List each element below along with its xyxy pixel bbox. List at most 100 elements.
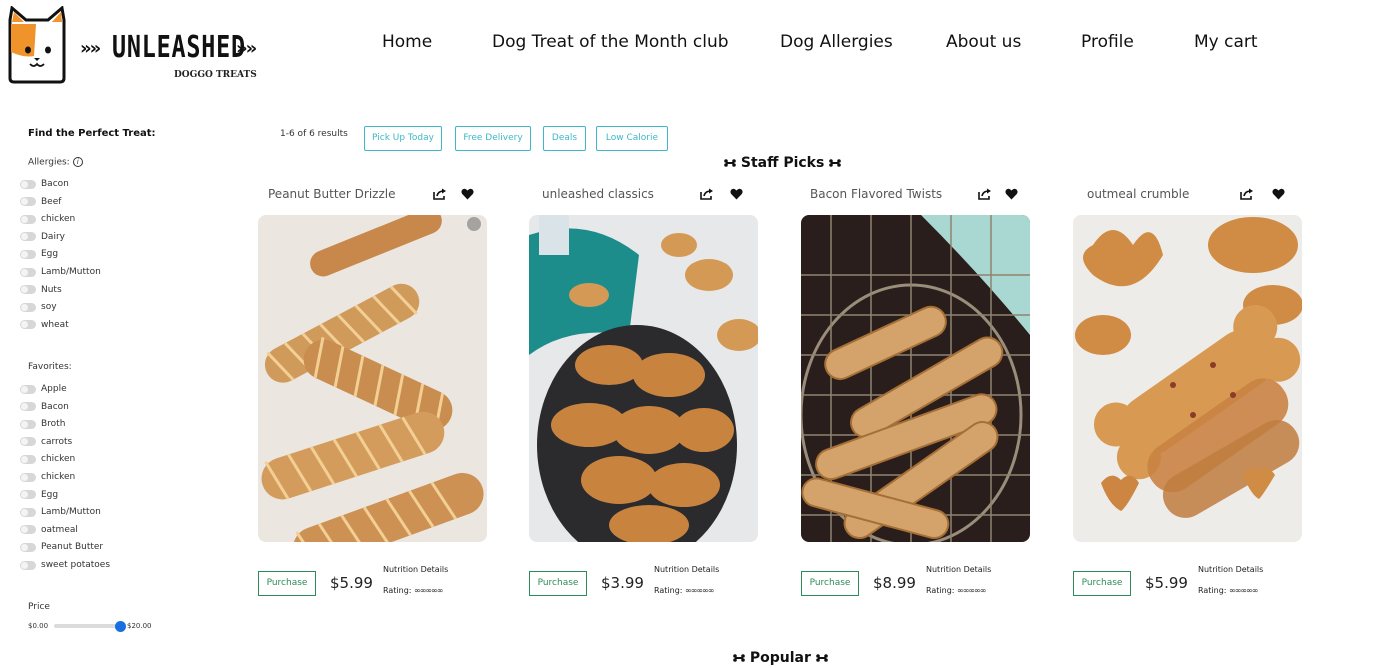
filter-title: Find the Perfect Treat: <box>28 128 156 139</box>
toggle-switch[interactable] <box>20 542 36 552</box>
site-header: »» UNLEASHED »» DOGGO TREATS Home Dog Tr… <box>0 0 1374 90</box>
heart-icon[interactable] <box>1005 188 1018 200</box>
toggle-row[interactable]: Apple <box>20 382 67 396</box>
brand-name[interactable]: UNLEASHED <box>112 30 246 65</box>
rating-bone-icons: ∞∞∞∞∞ <box>685 586 714 595</box>
heart-icon[interactable] <box>461 188 474 200</box>
nav-treat-of-the-month-club[interactable]: Dog Treat of the Month club <box>492 32 729 52</box>
share-icon[interactable] <box>1240 188 1254 200</box>
toggle-switch[interactable] <box>20 214 36 224</box>
toggle-row[interactable]: chicken <box>20 452 75 466</box>
toggle-switch[interactable] <box>20 437 36 447</box>
toggle-switch[interactable] <box>20 267 36 277</box>
product-price: $5.99 <box>330 574 373 592</box>
share-icon[interactable] <box>433 188 447 200</box>
toggle-switch[interactable] <box>20 197 36 207</box>
product-title[interactable]: Bacon Flavored Twists <box>810 187 942 201</box>
toggle-switch[interactable] <box>20 454 36 464</box>
toggle-switch[interactable] <box>20 490 36 500</box>
toggle-row[interactable]: Beef <box>20 195 61 209</box>
toggle-row[interactable]: Bacon <box>20 177 69 191</box>
product-title[interactable]: outmeal crumble <box>1087 187 1189 201</box>
toggle-row[interactable]: sweet potatoes <box>20 558 110 572</box>
rating-bone-icons: ∞∞∞∞∞ <box>957 586 986 595</box>
toggle-row[interactable]: wheat <box>20 318 69 332</box>
toggle-label: wheat <box>41 319 69 330</box>
toggle-switch[interactable] <box>20 249 36 259</box>
toggle-label: carrots <box>41 436 73 447</box>
peanut-butter-drizzle-image <box>258 215 487 542</box>
toggle-row[interactable]: oatmeal <box>20 523 78 537</box>
toggle-row[interactable]: Lamb/Mutton <box>20 505 101 519</box>
product-card: Bacon Flavored Twists Purchase $8.99 Nut… <box>801 184 1033 604</box>
toggle-label: Bacon <box>41 179 69 189</box>
toggle-switch[interactable] <box>20 384 36 394</box>
purchase-button[interactable]: Purchase <box>1073 571 1131 596</box>
product-image[interactable] <box>801 215 1030 542</box>
share-icon[interactable] <box>700 188 714 200</box>
info-icon[interactable]: i <box>72 157 83 167</box>
cat-face-logo-icon[interactable] <box>6 6 68 84</box>
heart-icon[interactable] <box>730 188 743 200</box>
nutrition-details-link[interactable]: Nutrition Details <box>1198 565 1263 574</box>
toggle-switch[interactable] <box>20 302 36 312</box>
nutrition-details-link[interactable]: Nutrition Details <box>926 565 991 574</box>
toggle-switch[interactable] <box>20 402 36 412</box>
nutrition-details-link[interactable]: Nutrition Details <box>383 565 448 574</box>
nav-my-cart[interactable]: My cart <box>1194 32 1258 52</box>
purchase-button[interactable]: Purchase <box>258 571 316 596</box>
toggle-label: Beef <box>41 196 62 207</box>
logo-arrows-left: »» <box>80 38 101 59</box>
nav-about-us[interactable]: About us <box>946 32 1021 52</box>
toggle-row[interactable]: Nuts <box>20 283 62 297</box>
bone-icon <box>733 654 745 662</box>
toggle-row[interactable]: Broth <box>20 417 65 431</box>
purchase-button[interactable]: Purchase <box>801 571 859 596</box>
toggle-row[interactable]: Dairy <box>20 230 65 244</box>
toggle-label: Peanut Butter <box>41 542 104 553</box>
product-title[interactable]: Peanut Butter Drizzle <box>268 187 395 201</box>
product-image[interactable] <box>258 215 487 542</box>
toggle-label: Broth <box>41 419 66 430</box>
toggle-row[interactable]: soy <box>20 300 57 314</box>
toggle-switch[interactable] <box>20 320 36 330</box>
chip-low-calorie[interactable]: Low Calorie <box>596 126 668 151</box>
toggle-switch[interactable] <box>20 179 36 189</box>
heart-icon[interactable] <box>1272 188 1285 200</box>
toggle-switch[interactable] <box>20 419 36 429</box>
toggle-switch[interactable] <box>20 285 36 295</box>
toggle-switch[interactable] <box>20 525 36 535</box>
toggle-label: chicken <box>41 454 76 465</box>
toggle-switch[interactable] <box>20 232 36 242</box>
toggle-row[interactable]: Bacon <box>20 400 69 414</box>
toggle-row[interactable]: chicken <box>20 212 75 226</box>
toggle-row[interactable]: Egg <box>20 488 58 502</box>
toggle-row[interactable]: Egg <box>20 247 58 261</box>
share-icon[interactable] <box>978 188 992 200</box>
chip-free-delivery[interactable]: Free Delivery <box>455 126 531 151</box>
toggle-label: sweet potatoes <box>41 560 111 570</box>
nav-dog-allergies[interactable]: Dog Allergies <box>780 32 893 52</box>
oatmeal-crumble-image <box>1073 215 1302 542</box>
chip-pick-up-today[interactable]: Pick Up Today <box>364 126 442 151</box>
product-title[interactable]: unleashed classics <box>542 187 654 201</box>
nav-home[interactable]: Home <box>382 32 432 52</box>
product-image[interactable] <box>1073 215 1302 542</box>
chip-deals[interactable]: Deals <box>543 126 586 151</box>
product-image[interactable] <box>529 215 758 542</box>
nutrition-details-link[interactable]: Nutrition Details <box>654 565 719 574</box>
price-slider-track[interactable] <box>54 624 120 628</box>
toggle-row[interactable]: Lamb/Mutton <box>20 265 101 279</box>
toggle-switch[interactable] <box>20 560 36 570</box>
brand-tagline: DOGGO TREATS <box>174 70 257 80</box>
toggle-label: Apple <box>41 384 67 394</box>
bone-icon <box>724 159 736 167</box>
toggle-row[interactable]: Peanut Butter <box>20 540 103 554</box>
price-slider-thumb[interactable] <box>114 621 126 632</box>
toggle-switch[interactable] <box>20 507 36 517</box>
toggle-switch[interactable] <box>20 472 36 482</box>
purchase-button[interactable]: Purchase <box>529 571 587 596</box>
toggle-row[interactable]: chicken <box>20 470 75 484</box>
nav-profile[interactable]: Profile <box>1081 32 1134 52</box>
toggle-row[interactable]: carrots <box>20 435 72 449</box>
